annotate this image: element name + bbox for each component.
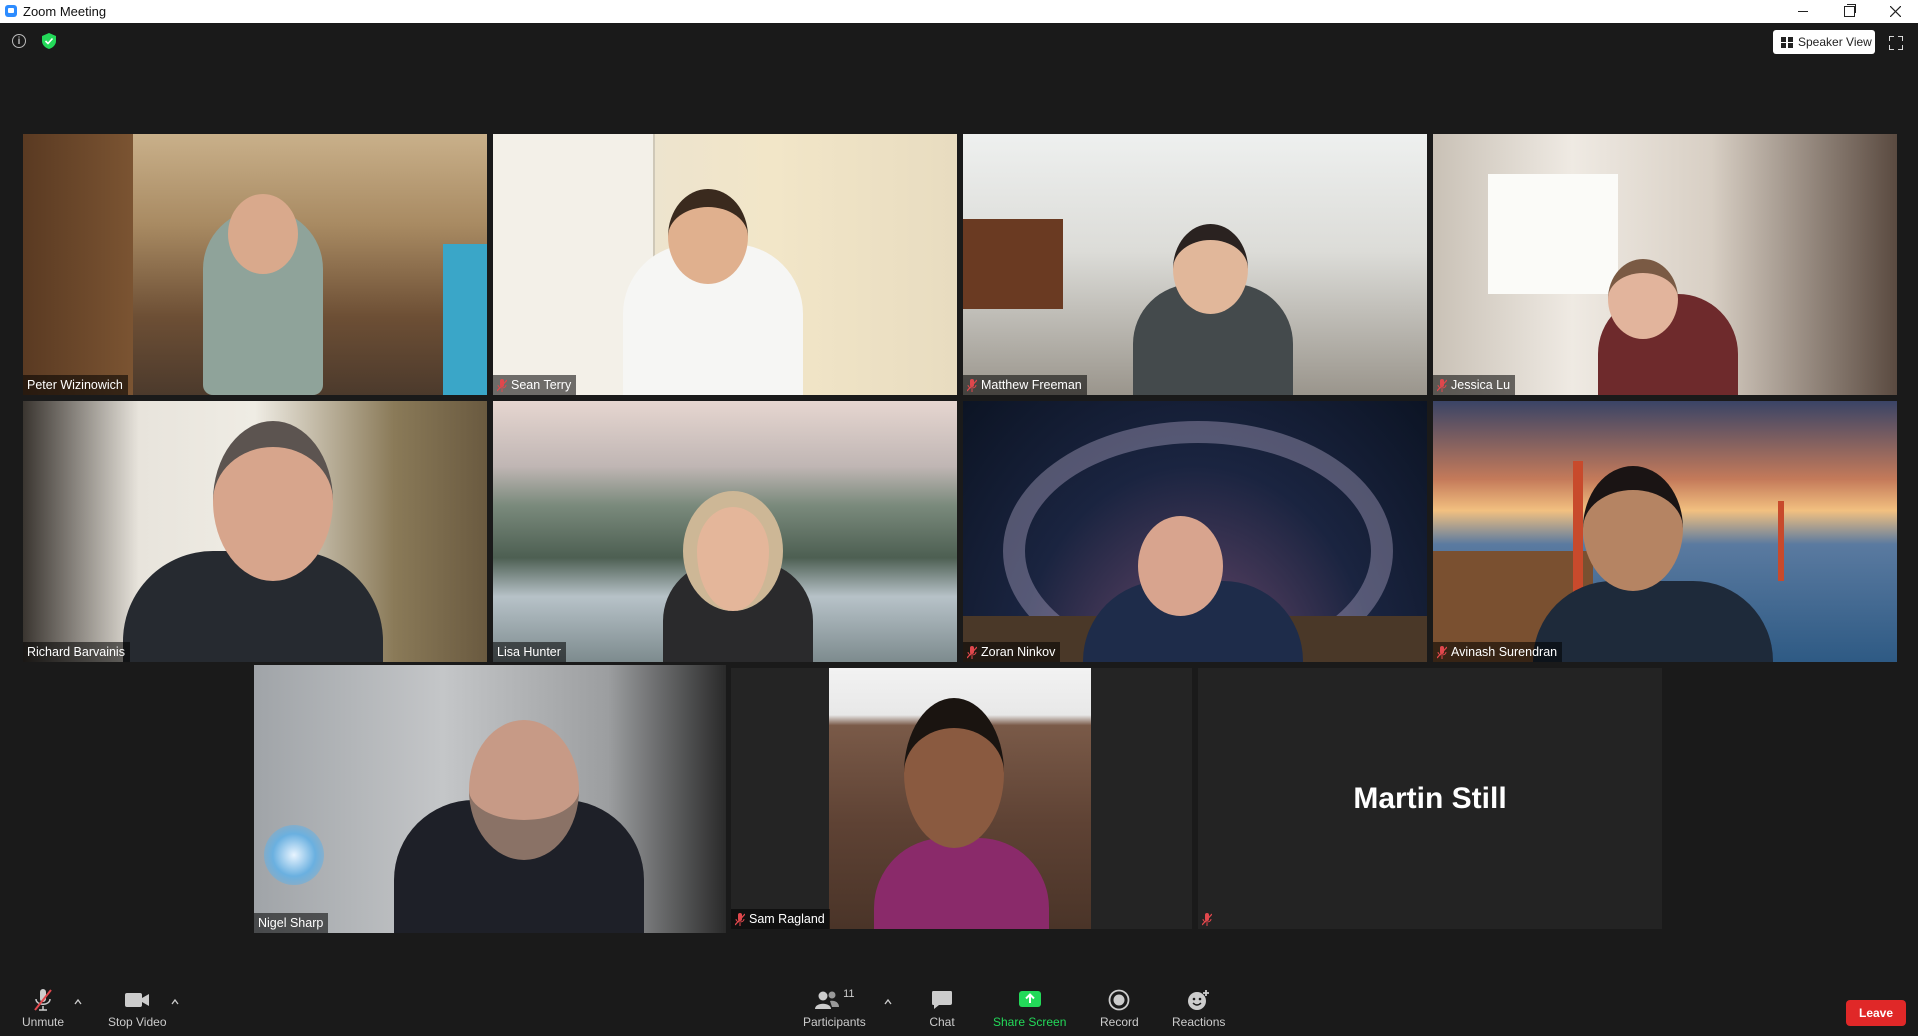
mic-muted-icon xyxy=(1436,645,1448,659)
minimize-icon xyxy=(1798,11,1808,12)
video-camera-icon xyxy=(122,988,152,1012)
participant-name: Avinash Surendran xyxy=(1451,645,1558,659)
reactions-button[interactable]: Reactions xyxy=(1172,988,1225,1029)
mic-muted-icon xyxy=(966,645,978,659)
record-icon xyxy=(1104,988,1134,1012)
video-options-caret-icon[interactable] xyxy=(171,998,179,1006)
meeting-controls xyxy=(0,968,1918,1036)
participants-icon: 11 xyxy=(804,988,864,1012)
audio-options-caret-icon[interactable] xyxy=(74,998,82,1006)
leave-button[interactable]: Leave xyxy=(1846,1000,1906,1026)
video-tile[interactable]: Zoran Ninkov xyxy=(963,401,1427,662)
video-tile[interactable]: Richard Barvainis xyxy=(23,401,487,662)
restore-button[interactable] xyxy=(1826,0,1872,23)
participants-button[interactable]: 11 Participants xyxy=(803,988,866,1029)
speaker-view-button[interactable]: Speaker View xyxy=(1773,30,1875,54)
participant-name: Sean Terry xyxy=(511,378,572,392)
video-tile[interactable]: Lisa Hunter xyxy=(493,401,957,662)
participant-display-name: Martin Still xyxy=(1353,781,1507,815)
grid-view-icon xyxy=(1781,36,1793,48)
minimize-button[interactable] xyxy=(1780,0,1826,23)
video-tile[interactable]: Sam Ragland xyxy=(731,668,1192,929)
mic-muted-icon xyxy=(1201,913,1213,926)
mic-muted-icon xyxy=(1436,378,1448,392)
window-title: Zoom Meeting xyxy=(23,4,107,19)
profile-picture xyxy=(829,668,1091,929)
participants-count: 11 xyxy=(843,988,855,1000)
microphone-muted-icon xyxy=(28,988,58,1012)
video-tile-active-speaker[interactable]: Nigel Sharp xyxy=(254,665,726,933)
participant-name: Sam Ragland xyxy=(749,912,825,926)
unmute-button[interactable]: Unmute xyxy=(22,988,64,1029)
video-tile[interactable]: Jessica Lu xyxy=(1433,134,1897,395)
chat-button[interactable]: Chat xyxy=(927,988,957,1029)
share-screen-icon xyxy=(1015,988,1045,1012)
record-button[interactable]: Record xyxy=(1100,988,1139,1029)
participant-name: Richard Barvainis xyxy=(27,645,125,659)
speaker-view-label: Speaker View xyxy=(1798,35,1872,49)
close-button[interactable] xyxy=(1872,0,1918,23)
video-tile[interactable]: Peter Wizinowich xyxy=(23,134,487,395)
chat-bubble-icon xyxy=(927,988,957,1012)
meeting-info-icon[interactable]: i xyxy=(12,34,26,48)
zoom-app-icon xyxy=(5,5,17,17)
mic-muted-icon xyxy=(966,378,978,392)
title-bar: Zoom Meeting xyxy=(0,0,1918,23)
mic-muted-icon xyxy=(496,378,508,392)
stop-video-button[interactable]: Stop Video xyxy=(108,988,167,1029)
participant-name: Matthew Freeman xyxy=(981,378,1082,392)
video-tile[interactable]: Sean Terry xyxy=(493,134,957,395)
participants-options-caret-icon[interactable] xyxy=(884,998,892,1006)
share-screen-button[interactable]: Share Screen xyxy=(993,988,1066,1029)
restore-icon xyxy=(1843,4,1856,17)
close-icon xyxy=(1889,6,1901,17)
video-tile[interactable]: Avinash Surendran xyxy=(1433,401,1897,662)
participant-name: Jessica Lu xyxy=(1451,378,1511,392)
video-tile[interactable]: Martin Still xyxy=(1198,668,1662,929)
video-tile[interactable]: Matthew Freeman xyxy=(963,134,1427,395)
participant-name: Zoran Ninkov xyxy=(981,645,1056,659)
encryption-shield-icon[interactable] xyxy=(42,33,56,49)
participant-name: Peter Wizinowich xyxy=(27,378,123,392)
participant-name: Nigel Sharp xyxy=(258,916,324,930)
reactions-smiley-icon xyxy=(1184,988,1214,1012)
mic-muted-icon xyxy=(734,912,746,926)
fullscreen-icon[interactable] xyxy=(1889,36,1903,50)
participant-name: Lisa Hunter xyxy=(497,645,561,659)
